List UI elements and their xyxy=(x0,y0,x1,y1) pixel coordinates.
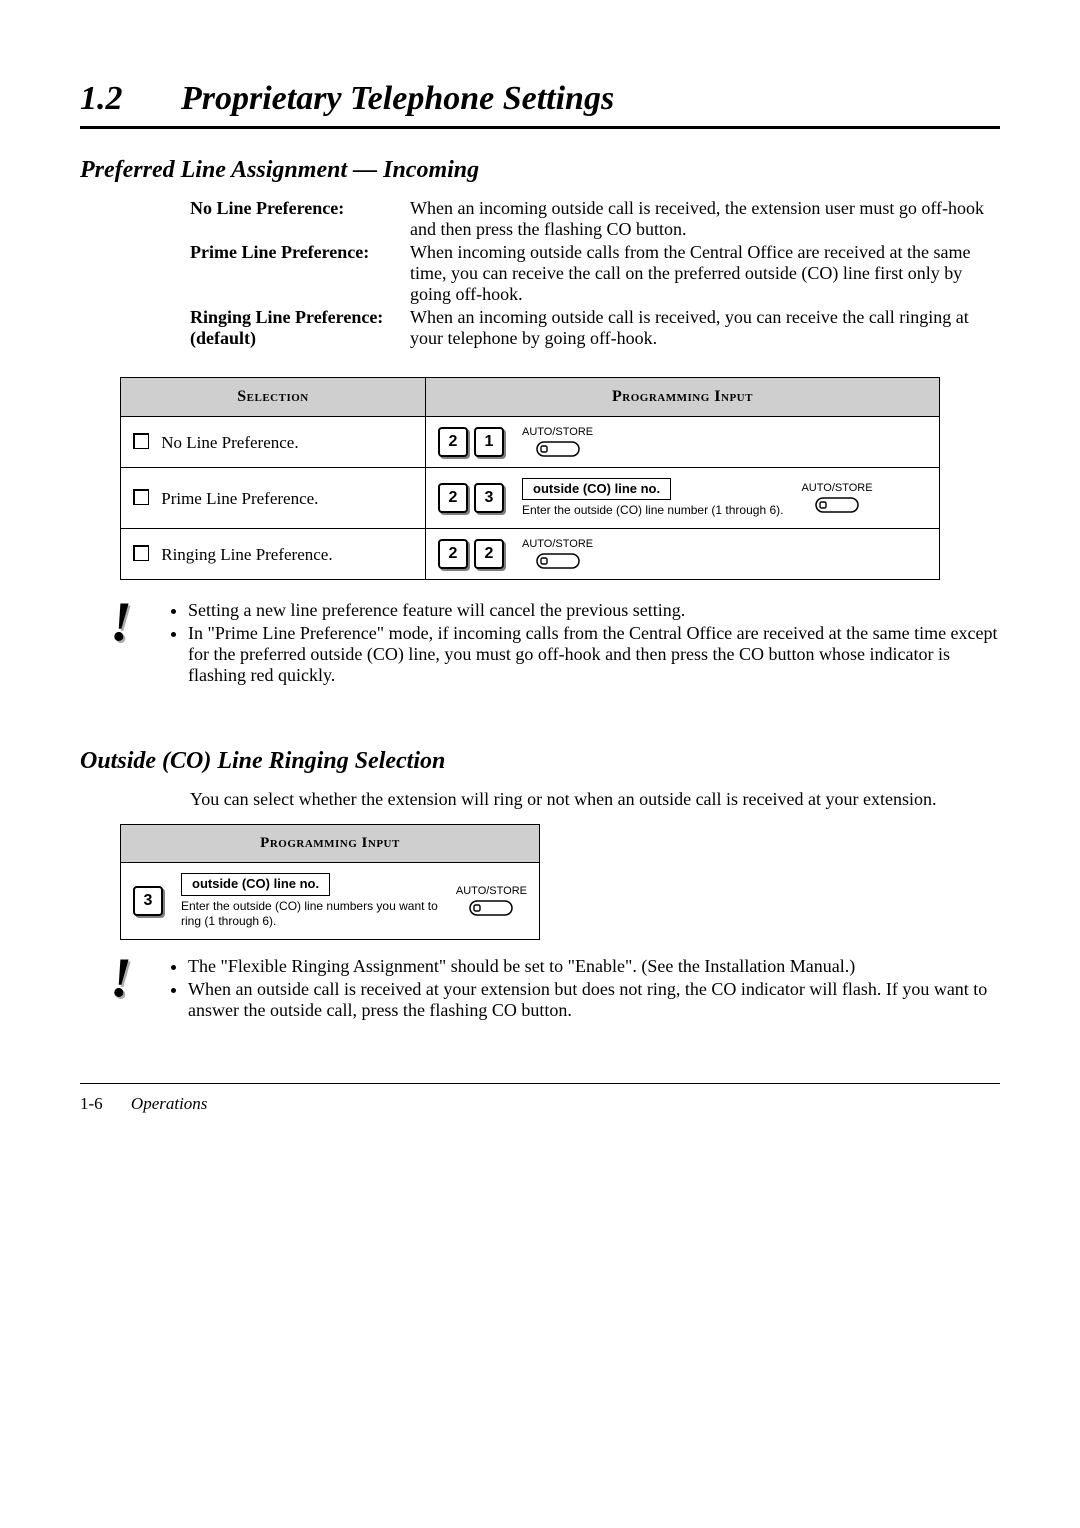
keycap-icon: 2 xyxy=(438,539,468,569)
page-footer: 1-6 Operations xyxy=(80,1094,1000,1114)
col-header-selection: Selection xyxy=(121,378,426,417)
notes-list: The "Flexible Ringing Assignment" should… xyxy=(170,956,1000,1023)
page: 1.2 Proprietary Telephone Settings Prefe… xyxy=(0,0,1080,1154)
keycap-icon: 2 xyxy=(438,483,468,513)
selection-table: Selection Programming Input No Line Pref… xyxy=(120,377,940,580)
notes-block: ! The "Flexible Ringing Assignment" shou… xyxy=(110,956,1000,1023)
definition-text: When an incoming outside call is receive… xyxy=(410,307,1000,349)
programming-table-wrap: Programming Input 3 outside (CO) line no… xyxy=(120,824,1000,939)
input-field-title: outside (CO) line no. xyxy=(181,873,330,895)
programming-input: 2 3 outside (CO) line no. Enter the outs… xyxy=(438,478,927,518)
definition-row: No Line Preference: When an incoming out… xyxy=(190,198,1000,240)
note-item: In "Prime Line Preference" mode, if inco… xyxy=(188,623,1000,686)
divider xyxy=(80,1083,1000,1084)
chapter-title-text: Proprietary Telephone Settings xyxy=(181,80,614,117)
selection-table-wrap: Selection Programming Input No Line Pref… xyxy=(120,377,1000,580)
section-title-preferred-line: Preferred Line Assignment — Incoming xyxy=(80,157,1000,184)
autostore-button: AUTO/STORE xyxy=(522,539,593,569)
autostore-label: AUTO/STORE xyxy=(801,483,872,494)
autostore-icon xyxy=(536,441,580,457)
table-row: Prime Line Preference. 2 3 outside (CO) … xyxy=(121,468,940,529)
note-item: Setting a new line preference feature wi… xyxy=(188,600,1000,621)
chapter-number: 1.2 xyxy=(80,80,123,117)
col-header-input: Programming Input xyxy=(426,378,940,417)
input-field-block: outside (CO) line no. Enter the outside … xyxy=(181,873,438,928)
checkbox-icon xyxy=(133,489,149,505)
divider xyxy=(80,126,1000,129)
footer-section: Operations xyxy=(131,1094,208,1113)
notes-block: ! Setting a new line preference feature … xyxy=(110,600,1000,688)
autostore-label: AUTO/STORE xyxy=(456,886,527,897)
exclamation-icon: ! xyxy=(110,594,140,688)
chapter-heading: 1.2 Proprietary Telephone Settings xyxy=(80,80,1000,118)
autostore-button: AUTO/STORE xyxy=(456,886,527,916)
programming-table: Programming Input 3 outside (CO) line no… xyxy=(120,824,540,939)
autostore-button: AUTO/STORE xyxy=(801,483,872,513)
definition-text: When an incoming outside call is receive… xyxy=(410,198,1000,240)
note-item: The "Flexible Ringing Assignment" should… xyxy=(188,956,1000,977)
input-field-hint: Enter the outside (CO) line number (1 th… xyxy=(522,503,783,518)
note-item: When an outside call is received at your… xyxy=(188,979,1000,1021)
keycap-icon: 2 xyxy=(474,539,504,569)
autostore-icon xyxy=(815,497,859,513)
exclamation-icon: ! xyxy=(110,950,140,1023)
keycap-icon: 3 xyxy=(474,483,504,513)
autostore-button: AUTO/STORE xyxy=(522,427,593,457)
section-intro: You can select whether the extension wil… xyxy=(190,789,1000,810)
col-header-input: Programming Input xyxy=(121,825,540,863)
checkbox-icon xyxy=(133,433,149,449)
input-field-block: outside (CO) line no. Enter the outside … xyxy=(522,478,783,518)
autostore-icon xyxy=(469,900,513,916)
programming-input: 3 outside (CO) line no. Enter the outsid… xyxy=(133,873,527,928)
table-row: Ringing Line Preference. 2 2 AUTO/STORE xyxy=(121,529,940,580)
keycap-icon: 2 xyxy=(438,427,468,457)
definition-row: Prime Line Preference: When incoming out… xyxy=(190,242,1000,305)
autostore-label: AUTO/STORE xyxy=(522,539,593,550)
definition-label: No Line Preference: xyxy=(190,198,410,240)
definition-row: Ringing Line Preference: (default) When … xyxy=(190,307,1000,349)
autostore-label: AUTO/STORE xyxy=(522,427,593,438)
definition-label: Prime Line Preference: xyxy=(190,242,410,305)
section-title-ringing-selection: Outside (CO) Line Ringing Selection xyxy=(80,748,1000,775)
programming-input: 2 2 AUTO/STORE xyxy=(438,539,927,569)
keycap-icon: 3 xyxy=(133,886,163,916)
autostore-icon xyxy=(536,553,580,569)
input-field-hint: Enter the outside (CO) line numbers you … xyxy=(181,899,438,929)
input-field-title: outside (CO) line no. xyxy=(522,478,671,500)
notes-list: Setting a new line preference feature wi… xyxy=(170,600,1000,688)
definition-text: When incoming outside calls from the Cen… xyxy=(410,242,1000,305)
table-row: No Line Preference. 2 1 AUTO/STORE xyxy=(121,417,940,468)
selection-label: No Line Preference. xyxy=(161,433,298,452)
selection-label: Prime Line Preference. xyxy=(161,489,318,508)
checkbox-icon xyxy=(133,545,149,561)
selection-label: Ringing Line Preference. xyxy=(161,545,332,564)
definition-label: Ringing Line Preference: (default) xyxy=(190,307,410,349)
keycap-icon: 1 xyxy=(474,427,504,457)
page-number: 1-6 xyxy=(80,1094,103,1113)
programming-input: 2 1 AUTO/STORE xyxy=(438,427,927,457)
definitions-list: No Line Preference: When an incoming out… xyxy=(190,198,1000,349)
table-row: 3 outside (CO) line no. Enter the outsid… xyxy=(121,863,540,939)
